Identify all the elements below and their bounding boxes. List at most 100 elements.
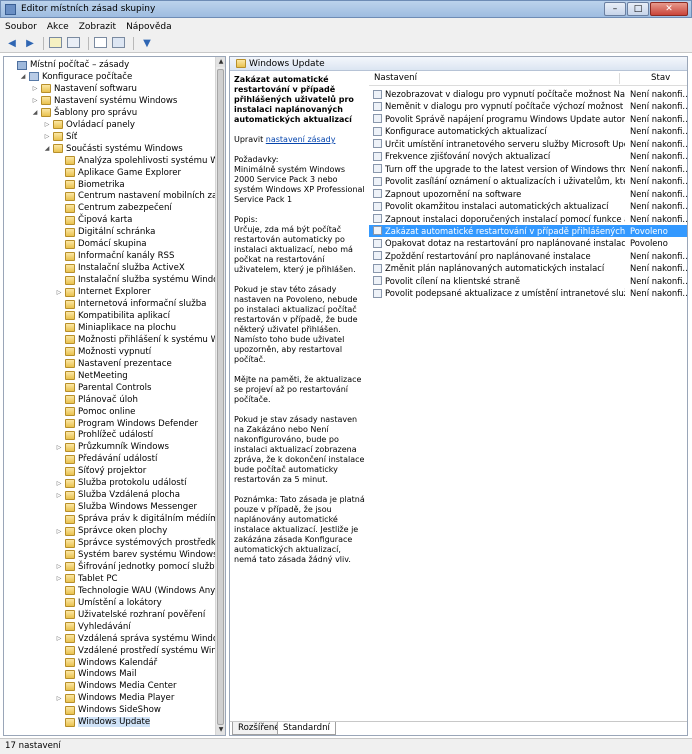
maximize-button[interactable]: □ [627, 2, 649, 16]
minimize-button[interactable]: – [604, 2, 626, 16]
tree-item[interactable]: Čipová karta [55, 214, 132, 226]
tree-item[interactable]: Předávání událostí [55, 453, 157, 465]
filter-icon[interactable]: ▼ [139, 37, 155, 51]
tree-item[interactable]: ▷ Průzkumník Windows [55, 441, 169, 453]
expand-toggle-icon[interactable]: ▷ [55, 563, 63, 570]
expand-toggle-icon[interactable]: ▷ [55, 575, 63, 582]
policy-row[interactable]: Nezobrazovat v dialogu pro vypnutí počít… [369, 88, 687, 100]
tree-item[interactable]: Správa práv k digitálním médiím služby W [55, 513, 216, 525]
tree-item[interactable]: Uživatelské rozhraní pověření [55, 609, 205, 621]
expand-toggle-icon[interactable]: ▷ [55, 289, 63, 296]
tree-item[interactable]: Miniaplikace na plochu [55, 322, 176, 334]
tree-item[interactable]: ▷ Tablet PC [55, 573, 118, 585]
expand-toggle-icon[interactable]: ▷ [55, 492, 63, 499]
expand-toggle-icon[interactable]: ▷ [55, 528, 63, 535]
column-name[interactable]: Nastavení [374, 73, 417, 83]
expand-toggle-icon[interactable]: ▷ [43, 133, 51, 140]
tree-item[interactable]: Aplikace Game Explorer [55, 167, 181, 179]
tree-item[interactable]: Windows Media Center [55, 680, 177, 692]
tree-item[interactable]: Centrum nastavení mobilních zařízení [55, 190, 216, 202]
tree-item[interactable]: ▷ Správce oken plochy [55, 525, 168, 537]
tree-item[interactable]: ▷ Nastavení softwaru [31, 83, 137, 95]
export-list-icon[interactable] [94, 36, 110, 51]
tree-item[interactable]: ◢ Konfigurace počítače [19, 71, 133, 83]
policy-row[interactable]: Konfigurace automatických aktualizací Nen… [369, 125, 687, 137]
tree-item[interactable]: Vyhledávání [55, 621, 131, 633]
policy-row[interactable]: Neměnit v dialogu pro vypnutí počítače v… [369, 100, 687, 112]
tree-item[interactable]: Pomoc online [55, 406, 135, 418]
expand-toggle-icon[interactable]: ▷ [31, 97, 39, 104]
tree-item[interactable]: Instalační služba ActiveX [55, 262, 185, 274]
tree-item[interactable]: Technologie WAU (Windows Anytime Up [55, 585, 216, 597]
policy-row[interactable]: Povolit Správě napájení programu Windows… [369, 113, 687, 125]
tree-item[interactable]: Biometrika [55, 179, 125, 191]
policy-row[interactable]: Povolit podepsané aktualizace z umístění… [369, 287, 687, 299]
policy-row[interactable]: Zapnout instalaci doporučených instalací… [369, 213, 687, 225]
tree-item[interactable]: ◢ Šablony pro správu [31, 107, 137, 119]
tree-item[interactable]: Systém barev systému Windows [55, 549, 216, 561]
menu-soubor[interactable]: Soubor [0, 22, 42, 32]
expand-toggle-icon[interactable]: ◢ [43, 145, 51, 152]
edit-policy-link[interactable]: nastavení zásady [266, 135, 336, 144]
tree-item[interactable]: Správce systémových prostředků [55, 537, 216, 549]
tree-item[interactable]: Informační kanály RSS [55, 250, 174, 262]
tree-item[interactable]: Windows Update [55, 716, 151, 728]
tree-item[interactable]: Windows SideShow [55, 704, 161, 716]
tree-item[interactable]: NetMeeting [55, 370, 128, 382]
tree-item[interactable]: ▷ Windows Media Player [55, 692, 175, 704]
scroll-down-icon[interactable]: ▼ [216, 725, 225, 735]
close-button[interactable]: ✕ [650, 2, 688, 16]
tree-item[interactable]: Kompatibilita aplikací [55, 310, 170, 322]
policy-row[interactable]: Povolit okamžitou instalaci automatickýc… [369, 200, 687, 212]
tree-item[interactable]: Centrum zabezpečení [55, 202, 172, 214]
tree-item[interactable]: Síťový projektor [55, 465, 146, 477]
menu-akce[interactable]: Akce [42, 22, 74, 32]
policy-row[interactable]: Určit umístění intranetového serveru slu… [369, 138, 687, 150]
column-state[interactable]: Stav [651, 73, 670, 83]
tree-item[interactable]: Analýza spolehlivosti systému Windows [55, 155, 216, 167]
tree-item[interactable]: Umístění a lokátory [55, 597, 162, 609]
policy-row[interactable]: Frekvence zjišťování nových aktualizací N… [369, 150, 687, 162]
tree-item[interactable]: Vzdálené prostředí systému Windows [55, 645, 216, 657]
expand-toggle-icon[interactable]: ▷ [31, 85, 39, 92]
expand-toggle-icon[interactable]: ◢ [19, 73, 27, 80]
policy-row[interactable]: Turn off the upgrade to the latest versi… [369, 163, 687, 175]
expand-toggle-icon[interactable]: ▷ [55, 444, 63, 451]
tree-item[interactable]: ▷ Šifrování jednotky pomocí služby BitLoc… [55, 561, 216, 573]
tree-item[interactable]: ▷ Služba Vzdálená plocha [55, 489, 180, 501]
tree-item[interactable]: Windows Kalendář [55, 657, 157, 669]
tree-item[interactable]: Prohlížeč událostí [55, 429, 153, 441]
expand-toggle-icon[interactable]: ▷ [55, 695, 63, 702]
tree-item[interactable]: Digitální schránka [55, 226, 155, 238]
tree-item[interactable]: Parental Controls [55, 382, 151, 394]
tree-item[interactable]: ▷ Internet Explorer [55, 286, 151, 298]
menu-zobrazit[interactable]: Zobrazit [74, 22, 121, 32]
tree-item[interactable]: ▷ Vzdálená správa systému Windows [55, 633, 216, 645]
scroll-thumb[interactable] [217, 69, 224, 725]
tree-item[interactable]: Možnosti přihlášení k systému Windows [55, 334, 216, 346]
tree-item[interactable]: Internetová informační služba [55, 298, 206, 310]
up-folder-icon[interactable] [49, 36, 65, 51]
tree-item[interactable]: Místní počítač – zásady [7, 59, 129, 71]
tab-standard[interactable]: Standardní [277, 722, 336, 735]
menu-napoveda[interactable]: Nápověda [121, 22, 177, 32]
tree-item[interactable]: Instalační služba systému Windows [55, 274, 216, 286]
back-arrow-icon[interactable]: ◀ [4, 37, 20, 51]
tree-item[interactable]: Windows Mail [55, 668, 137, 680]
expand-toggle-icon[interactable]: ▷ [43, 121, 51, 128]
tree-item[interactable]: Program Windows Defender [55, 418, 198, 430]
tree-item[interactable]: Nastavení prezentace [55, 358, 172, 370]
tree-item[interactable]: ▷ Služba protokolu událostí [55, 477, 187, 489]
tree-item[interactable]: Domácí skupina [55, 238, 147, 250]
expand-toggle-icon[interactable]: ▷ [55, 635, 63, 642]
tree-item[interactable]: Možnosti vypnutí [55, 346, 151, 358]
forward-arrow-icon[interactable]: ▶ [22, 37, 38, 51]
policy-row[interactable]: Povolit zasílání oznámení o aktualizacíc… [369, 175, 687, 187]
tree-scrollbar[interactable]: ▲ ▼ [215, 57, 225, 735]
expand-toggle-icon[interactable]: ▷ [55, 480, 63, 487]
tree-item[interactable]: Služba Windows Messenger [55, 501, 197, 513]
policy-row[interactable]: Změnit plán naplánovaných automatických … [369, 262, 687, 274]
tree-item[interactable]: ◢ Součásti systému Windows [43, 143, 183, 155]
policy-row[interactable]: Povolit cílení na klientské straně Není n… [369, 275, 687, 287]
tree-item[interactable]: ▷ Síť [43, 131, 78, 143]
